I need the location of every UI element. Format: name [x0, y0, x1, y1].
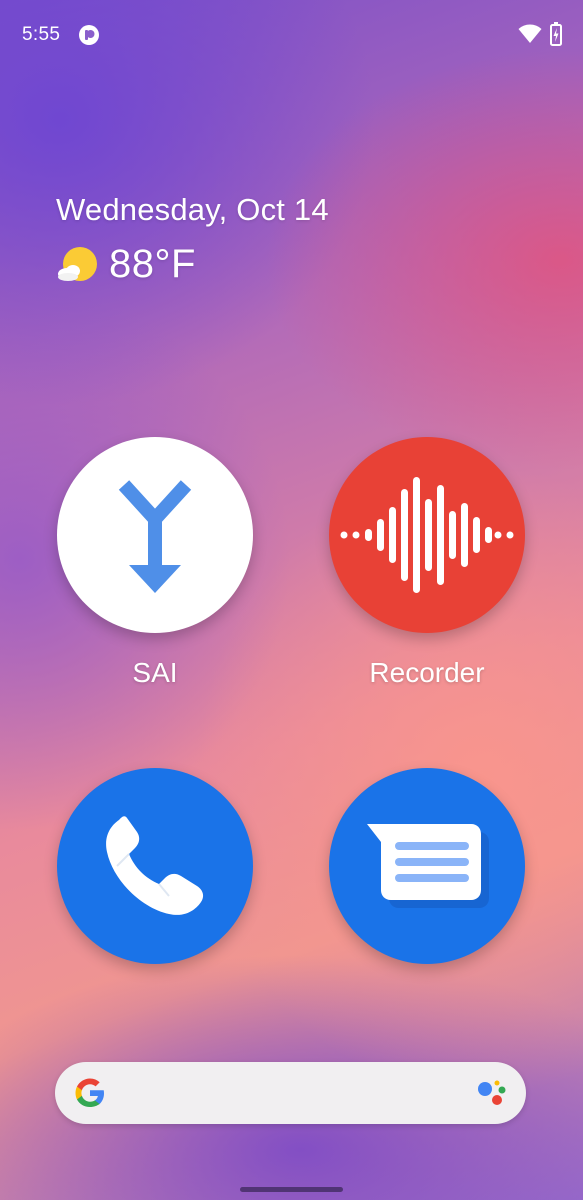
- split-arrow-download-icon: [118, 480, 192, 593]
- status-bar: 5:55: [0, 0, 583, 70]
- sound-wave-icon: [340, 477, 514, 593]
- gesture-nav-handle[interactable]: [240, 1187, 343, 1192]
- google-search-bar[interactable]: [55, 1062, 526, 1124]
- status-time: 5:55: [22, 24, 61, 45]
- partly-sunny-icon[interactable]: [56, 244, 100, 288]
- google-assistant-icon[interactable]: [475, 1076, 509, 1110]
- app-sai[interactable]: SAI: [55, 437, 255, 689]
- app-label-recorder: Recorder: [369, 657, 485, 688]
- app-notification-icon: [79, 25, 99, 45]
- battery-charging-icon: [550, 22, 562, 46]
- phone-icon: [106, 816, 204, 915]
- messages-app-icon-circle[interactable]: [329, 768, 525, 964]
- phone-app-icon-circle[interactable]: [57, 768, 253, 964]
- app-recorder[interactable]: Recorder: [327, 437, 527, 689]
- messages-icon: [367, 824, 489, 908]
- temperature-text[interactable]: 88°F: [109, 242, 196, 287]
- recorder-app-icon-circle[interactable]: [329, 437, 525, 633]
- app-phone[interactable]: [55, 768, 255, 964]
- search-input[interactable]: [119, 1072, 463, 1116]
- app-messages[interactable]: [327, 768, 527, 964]
- google-g-icon[interactable]: [73, 1076, 107, 1110]
- sai-app-icon-circle[interactable]: [57, 437, 253, 633]
- app-label-sai: SAI: [132, 657, 178, 688]
- wifi-icon: [518, 24, 542, 43]
- date-text[interactable]: Wednesday, Oct 14: [56, 192, 329, 228]
